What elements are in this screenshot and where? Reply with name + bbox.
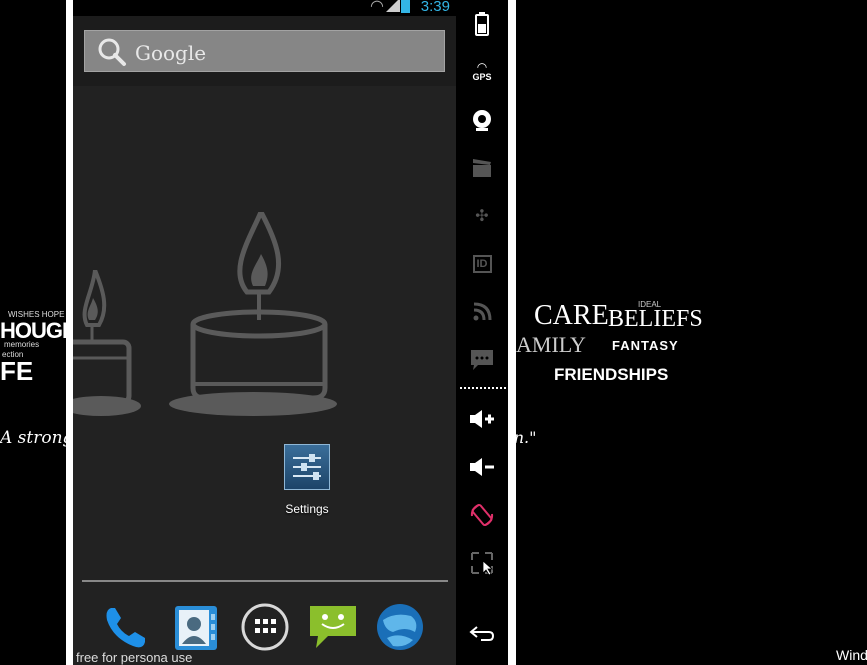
search-widget: Google xyxy=(73,16,456,86)
bg-word-friendships: FRIENDSHIPS xyxy=(554,365,669,384)
video-button[interactable] xyxy=(466,152,498,184)
rotate-icon xyxy=(470,503,494,527)
camera-icon xyxy=(473,110,491,131)
contacts-icon[interactable] xyxy=(171,602,221,652)
sms-icon xyxy=(471,350,493,370)
settings-app-label: Settings xyxy=(285,502,329,516)
rss-button[interactable] xyxy=(466,296,498,328)
emulator-frame-right xyxy=(508,0,516,665)
fullscreen-icon xyxy=(471,552,494,575)
sliders-icon xyxy=(293,454,321,480)
volume-down-icon xyxy=(470,458,494,476)
bg-word-life: FE xyxy=(0,356,34,386)
wifi-icon: ◠ xyxy=(370,0,384,15)
rss-icon xyxy=(473,302,492,321)
emulator-frame-left xyxy=(66,0,73,665)
emulator-control-panel: ◠ GPS ✣ ID xyxy=(456,0,508,665)
back-button[interactable] xyxy=(466,617,498,649)
phone-icon[interactable] xyxy=(101,602,151,652)
settings-app-icon[interactable] xyxy=(284,444,330,490)
all-apps-icon[interactable] xyxy=(240,602,290,652)
taskbar-text: Wind xyxy=(836,647,867,663)
search-label: Google xyxy=(135,41,207,65)
gps-icon: ◠ xyxy=(477,60,487,74)
back-icon xyxy=(469,626,495,641)
id-icon: ID xyxy=(472,255,492,273)
dock-divider xyxy=(82,580,448,582)
phone-screen: ◠ 3:39 Google Settings free for persona … xyxy=(73,0,456,665)
google-search-bar[interactable]: Google xyxy=(84,30,445,72)
background-wallpaper-right: CARE IDEAL BELIEFS AMILY FANTASY FRIENDS… xyxy=(516,300,716,390)
battery-button[interactable] xyxy=(466,8,498,40)
candle-widget-partial xyxy=(73,270,141,416)
signal-icon xyxy=(386,0,400,12)
fullscreen-button[interactable] xyxy=(466,547,498,579)
status-time: 3:39 xyxy=(420,0,450,15)
background-wallpaper-left: WISHES HOPE HOUGH memories ection FE xyxy=(0,300,66,390)
bg-small-text: memories xyxy=(4,340,40,349)
browser-icon[interactable] xyxy=(375,602,425,652)
status-bar: ◠ 3:39 xyxy=(73,0,456,16)
dpad-button[interactable]: ✣ xyxy=(466,200,498,232)
bg-word-fantasy: FANTASY xyxy=(612,338,679,353)
device-id-button[interactable]: ID xyxy=(466,248,498,280)
panel-separator xyxy=(460,387,506,389)
watermark-text: free for persona use xyxy=(76,650,193,665)
camera-button[interactable] xyxy=(466,104,498,136)
gps-label: GPS xyxy=(472,72,492,82)
battery-icon xyxy=(475,12,489,36)
volume-down-button[interactable] xyxy=(466,451,498,483)
volume-up-button[interactable] xyxy=(466,403,498,435)
video-icon xyxy=(473,159,491,177)
bg-word-care: CARE xyxy=(534,300,609,331)
bg-word-beliefs: BELIEFS xyxy=(608,306,703,332)
bg-word-family: AMILY xyxy=(516,332,586,357)
rotate-button[interactable] xyxy=(466,499,498,531)
gps-button[interactable]: ◠ GPS xyxy=(466,56,498,88)
sms-button[interactable] xyxy=(466,344,498,376)
candle-widget xyxy=(169,212,337,416)
volume-up-icon xyxy=(470,410,494,428)
dpad-icon: ✣ xyxy=(475,208,489,225)
background-quote-left: A strong xyxy=(0,428,74,448)
messaging-icon[interactable] xyxy=(308,602,358,652)
battery-charging-icon xyxy=(401,0,410,13)
search-icon xyxy=(97,37,127,72)
